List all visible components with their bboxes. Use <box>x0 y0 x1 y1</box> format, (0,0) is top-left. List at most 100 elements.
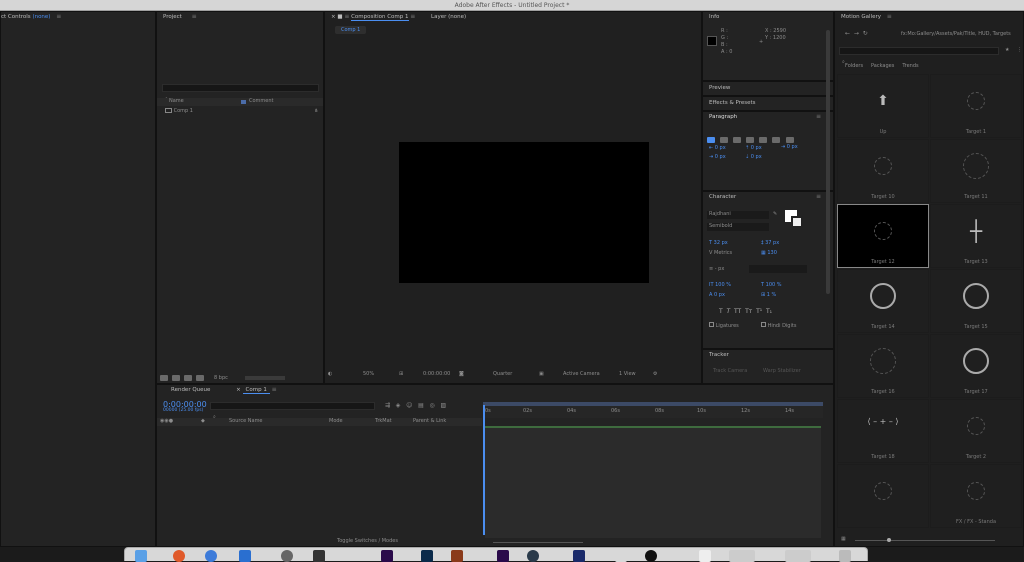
vertical-scale[interactable]: IT 100 % <box>709 282 731 288</box>
style-dropdown[interactable]: Semibold <box>707 223 769 231</box>
tracking[interactable]: ▦ 130 <box>761 250 777 256</box>
timeline-search-input[interactable]: ⌕ <box>210 402 375 420</box>
composition-tab[interactable]: Composition Comp 1 <box>351 14 409 21</box>
column-trkmat[interactable]: TrkMat <box>375 418 392 424</box>
app-icon[interactable] <box>239 550 251 562</box>
timeline-track-area[interactable] <box>485 426 821 538</box>
resolution-dropdown[interactable]: Quarter <box>493 371 512 377</box>
camera-dropdown[interactable]: Active Camera <box>563 371 600 377</box>
settings-icon[interactable]: ⋮ <box>1017 47 1022 53</box>
space-after[interactable]: ⇣ 0 px <box>745 153 762 162</box>
star-icon[interactable]: ★ <box>1005 47 1009 53</box>
always-preview-icon[interactable]: ◐ <box>328 371 332 377</box>
project-scrollbar[interactable] <box>245 376 285 380</box>
app-icon[interactable] <box>615 550 627 562</box>
align-left-icon[interactable] <box>707 137 715 143</box>
superscript-icon[interactable]: T¹ <box>756 308 762 315</box>
gallery-item[interactable]: Target 1 <box>930 74 1022 138</box>
app-icon[interactable] <box>729 550 755 562</box>
zoom-dropdown[interactable]: 50% <box>363 371 374 377</box>
project-settings-icon[interactable] <box>196 375 204 381</box>
forward-icon[interactable]: → <box>854 30 859 37</box>
panel-menu-icon[interactable]: ≡ <box>56 13 61 20</box>
app-icon[interactable] <box>281 550 293 562</box>
panel-menu-icon[interactable]: ≡ <box>192 13 197 20</box>
premiere-icon[interactable] <box>381 550 393 562</box>
effects-panel[interactable]: Effects & Presets <box>702 96 834 111</box>
hindi-digits-checkbox[interactable]: Hindi Digits <box>761 322 796 329</box>
app-icon[interactable] <box>785 550 811 562</box>
project-item[interactable]: Comp 1 <box>165 108 193 114</box>
after-effects-icon[interactable] <box>497 550 509 562</box>
close-icon[interactable]: × <box>236 387 241 393</box>
zoom-slider[interactable] <box>493 538 583 543</box>
subscript-icon[interactable]: T₁ <box>766 308 772 315</box>
justify-left-icon[interactable] <box>746 137 755 143</box>
all-caps-icon[interactable]: TT <box>734 308 741 315</box>
gallery-item[interactable]: Target 12 <box>837 204 929 268</box>
warp-stabilizer-button[interactable]: Warp Stabilizer <box>763 368 801 374</box>
app-icon[interactable] <box>527 550 539 562</box>
column-mode[interactable]: Mode <box>329 418 343 424</box>
view-dropdown[interactable]: 1 View <box>619 371 636 377</box>
panel-menu-icon[interactable]: ≡ <box>816 192 821 202</box>
tab-trends[interactable]: Trends <box>902 63 918 69</box>
kerning[interactable]: V Metrics <box>709 250 732 256</box>
tab-folders[interactable]: Folders <box>845 63 863 69</box>
gallery-item[interactable] <box>837 464 929 528</box>
composition-canvas[interactable] <box>399 142 649 283</box>
new-composition-icon[interactable] <box>184 375 192 381</box>
gallery-item[interactable]: Target 14 <box>837 269 929 333</box>
right-column-scrollbar[interactable] <box>826 30 830 294</box>
lock-icon[interactable]: ■ <box>337 14 342 20</box>
finder-icon[interactable] <box>135 550 147 562</box>
panel-menu-icon[interactable]: ≡ <box>410 13 415 20</box>
region-icon[interactable]: ▣ <box>539 371 544 377</box>
space-before[interactable]: ⇡ 0 px <box>745 144 762 153</box>
panel-menu-icon[interactable]: ≡ <box>344 13 349 20</box>
motion-blur-icon[interactable]: ◎ <box>430 402 435 409</box>
app-icon[interactable] <box>313 550 325 562</box>
justify-center-icon[interactable] <box>759 137 768 143</box>
justify-all-icon[interactable] <box>785 137 794 143</box>
horizontal-scale[interactable]: T 100 % <box>761 282 782 288</box>
ligatures-checkbox[interactable]: Ligatures <box>709 322 739 329</box>
app-icon[interactable] <box>205 550 217 562</box>
gallery-item[interactable]: Target 15 <box>930 269 1022 333</box>
app-icon[interactable] <box>645 550 657 562</box>
faux-bold-icon[interactable]: T <box>719 308 723 315</box>
toggle-switches-modes[interactable]: Toggle Switches / Modes <box>337 538 398 544</box>
back-icon[interactable]: ← <box>845 30 850 37</box>
leading[interactable]: ‡ 37 px <box>761 240 779 246</box>
project-search-input[interactable]: ⌕ <box>162 84 319 102</box>
gallery-item[interactable]: FX / FX - Standa <box>930 464 1022 528</box>
grid-icon[interactable]: ⊞ <box>399 371 403 377</box>
interpret-footage-icon[interactable] <box>160 375 168 381</box>
panel-menu-icon[interactable]: ≡ <box>272 386 277 393</box>
gallery-item[interactable]: ⬆ Up <box>837 74 929 138</box>
composition-mini-flowchart-icon[interactable]: ⇶ <box>385 402 390 409</box>
draft-3d-icon[interactable]: ◈ <box>396 402 401 409</box>
time-ruler[interactable]: 0s 02s 04s 06s 08s 10s 12s 14s <box>483 402 823 418</box>
app-icon[interactable] <box>173 550 185 562</box>
close-icon[interactable]: × <box>331 14 336 20</box>
column-source-name[interactable]: Source Name <box>229 418 263 424</box>
render-queue-tab[interactable]: Render Queue <box>171 387 210 393</box>
app-icon[interactable] <box>451 550 463 562</box>
gallery-search-input[interactable]: ⌕ <box>839 47 999 65</box>
align-center-icon[interactable] <box>720 137 729 143</box>
effect-controls-header[interactable]: ct Controls (none) ≡ <box>1 12 155 22</box>
stroke-width[interactable]: ≡ - px <box>709 266 724 272</box>
flowchart-icon[interactable]: ⋔ <box>314 108 318 114</box>
indent-first[interactable]: ⇥ 0 px <box>709 153 726 162</box>
column-parent[interactable]: Parent & Link <box>413 418 446 424</box>
indent-right[interactable]: ⇥ 0 px <box>781 144 798 150</box>
align-right-icon[interactable] <box>733 137 742 143</box>
panel-menu-icon[interactable]: ≡ <box>816 112 821 122</box>
eyedropper-icon[interactable]: ✎ <box>773 211 777 217</box>
gallery-item[interactable]: Target 17 <box>930 334 1022 398</box>
frame-blending-icon[interactable]: ▤ <box>418 402 424 409</box>
comp-timecode[interactable]: 0:00:00:00 <box>423 371 450 377</box>
faux-italic-icon[interactable]: T <box>727 308 731 315</box>
app-icon[interactable] <box>699 550 711 562</box>
